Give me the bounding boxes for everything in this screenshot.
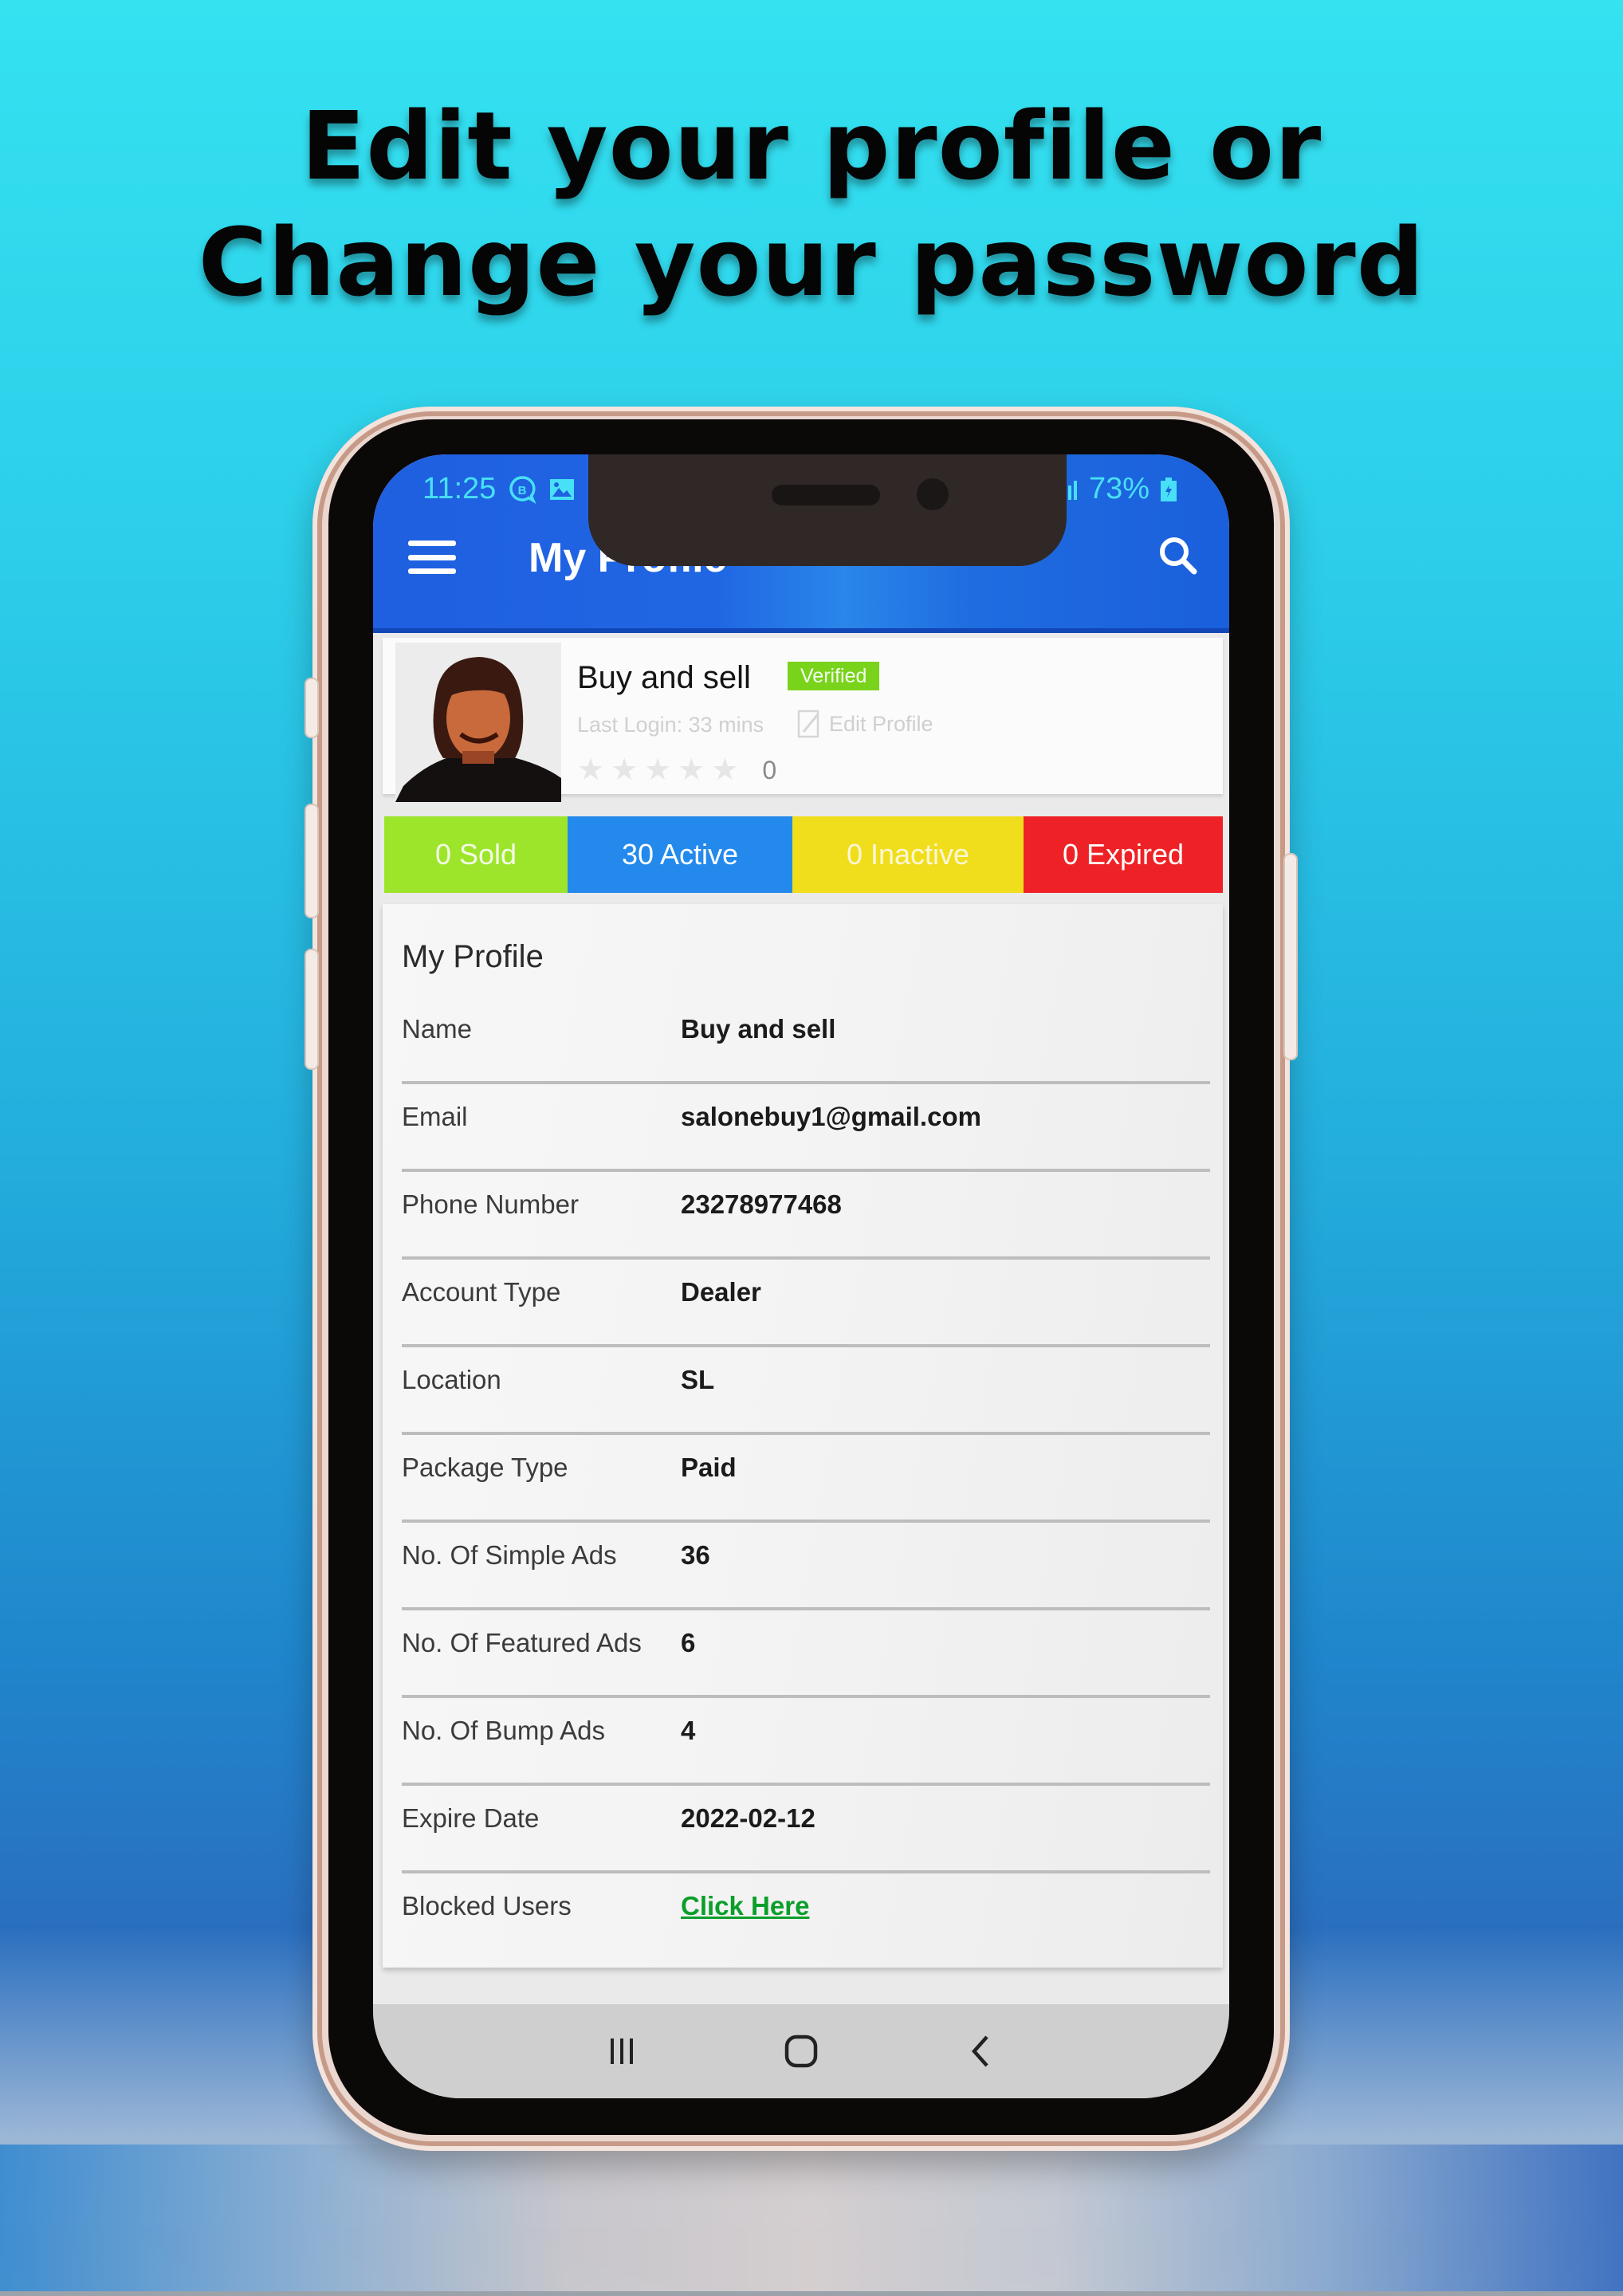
- avatar[interactable]: [395, 643, 561, 802]
- star-icon: ★: [611, 753, 639, 787]
- row-account-type: Account Type Dealer: [402, 1260, 1210, 1347]
- bixby-button: [305, 949, 319, 1070]
- battery-charging-icon: [1159, 477, 1178, 502]
- power-button: [1283, 853, 1298, 1060]
- back-icon[interactable]: [949, 2019, 1012, 2083]
- row-label: Location: [402, 1365, 501, 1394]
- row-label: No. Of Bump Ads: [402, 1716, 605, 1745]
- row-label: Expire Date: [402, 1803, 540, 1833]
- user-name: Buy and sell: [577, 660, 751, 695]
- home-icon[interactable]: [769, 2019, 833, 2083]
- phone-bezel: 11:25 B 73% My Buy and sell Verified Las…: [328, 419, 1274, 2135]
- row-label: Phone Number: [402, 1189, 579, 1219]
- phone-frame: 11:25 B 73% My Buy and sell Verified Las…: [305, 407, 1298, 2151]
- row-label: Package Type: [402, 1453, 568, 1482]
- row-location: Location SL: [402, 1347, 1210, 1435]
- row-value: 2022-02-12: [681, 1803, 815, 1833]
- battery-percent: 73%: [1088, 472, 1149, 505]
- row-label: Account Type: [402, 1277, 561, 1307]
- row-label: Name: [402, 1014, 473, 1044]
- notch: [588, 454, 1067, 566]
- row-value: 36: [681, 1540, 710, 1570]
- row-expire-date: Expire Date 2022-02-12: [402, 1786, 1210, 1873]
- row-value: 6: [681, 1628, 696, 1657]
- headline-line-1: Edit your profile or: [301, 91, 1322, 201]
- headline-line-2: Change your password: [198, 207, 1425, 317]
- row-value: SL: [681, 1365, 715, 1394]
- edit-profile-button[interactable]: Edit Profile: [797, 710, 933, 738]
- profile-details-card: My Profile Name Buy and sell Email saloneb…: [383, 904, 1223, 1968]
- earpiece-speaker: [772, 485, 880, 505]
- row-value: Buy and sell: [681, 1014, 836, 1044]
- hamburger-menu-icon[interactable]: [408, 537, 456, 577]
- stat-active[interactable]: 30 Active: [568, 816, 792, 893]
- row-value: 23278977468: [681, 1189, 842, 1219]
- gallery-icon: [548, 478, 576, 501]
- rating-count: 0: [762, 755, 777, 784]
- recent-apps-icon[interactable]: [590, 2019, 654, 2083]
- volume-down-button: [305, 804, 319, 918]
- profile-content: Buy and sell Verified Last Login: 33 min…: [373, 633, 1229, 2004]
- row-package-type: Package Type Paid: [402, 1435, 1210, 1523]
- row-email: Email salonebuy1@gmail.com: [402, 1084, 1210, 1172]
- status-time: 11:25: [422, 472, 497, 505]
- user-header-card: Buy and sell Verified Last Login: 33 min…: [383, 638, 1223, 802]
- edit-profile-label: Edit Profile: [829, 711, 933, 736]
- verified-badge: Verified: [788, 662, 880, 690]
- stat-inactive[interactable]: 0 Inactive: [792, 816, 1024, 893]
- stat-expired[interactable]: 0 Expired: [1024, 816, 1223, 893]
- search-icon[interactable]: [1153, 531, 1204, 582]
- row-label: No. Of Featured Ads: [402, 1628, 642, 1657]
- row-label: Email: [402, 1102, 468, 1131]
- blocked-users-link[interactable]: Click Here: [681, 1891, 809, 1921]
- star-icon: ★: [577, 753, 605, 787]
- row-blocked-users: Blocked Users Click Here: [402, 1873, 1210, 1961]
- phone-screen: 11:25 B 73% My Buy and sell Verified Las…: [373, 454, 1229, 2098]
- edit-icon: [797, 710, 821, 738]
- row-value: salonebuy1@gmail.com: [681, 1102, 981, 1131]
- volume-up-button: [305, 678, 319, 738]
- row-label: No. Of Simple Ads: [402, 1540, 617, 1570]
- profile-rows: Name Buy and sell Email salonebuy1@gmail.c…: [402, 997, 1210, 1961]
- row-bump-ads: No. Of Bump Ads 4: [402, 1698, 1210, 1786]
- row-name: Name Buy and sell: [402, 997, 1210, 1084]
- section-title: My Profile: [402, 939, 544, 974]
- bbm-icon: B: [507, 474, 537, 505]
- reflective-floor: [0, 2145, 1623, 2296]
- ad-stats-bar: 0 Sold 30 Active 0 Inactive 0 Expired: [384, 816, 1223, 893]
- row-simple-ads: No. Of Simple Ads 36: [402, 1523, 1210, 1610]
- row-value: 4: [681, 1716, 696, 1745]
- stat-sold[interactable]: 0 Sold: [384, 816, 568, 893]
- promo-headline: Edit your profile or Change your passwor…: [0, 88, 1623, 320]
- row-value: Paid: [681, 1453, 737, 1482]
- star-icon: ★: [711, 753, 739, 787]
- system-nav-bar: [373, 2004, 1229, 2098]
- status-bar-left: 11:25 B: [422, 472, 576, 506]
- rating-stars: ★ ★ ★ ★ ★ 0: [577, 754, 776, 786]
- last-login: Last Login: 33 mins: [577, 713, 764, 737]
- row-featured-ads: No. Of Featured Ads 6: [402, 1610, 1210, 1698]
- front-camera: [917, 478, 949, 510]
- row-phone-number: Phone Number 23278977468: [402, 1172, 1210, 1260]
- row-value: Dealer: [681, 1277, 761, 1307]
- floor-edge: [0, 2291, 1623, 2296]
- row-label: Blocked Users: [402, 1891, 572, 1921]
- star-icon: ★: [678, 753, 705, 787]
- star-icon: ★: [644, 753, 672, 787]
- svg-text:B: B: [518, 484, 527, 497]
